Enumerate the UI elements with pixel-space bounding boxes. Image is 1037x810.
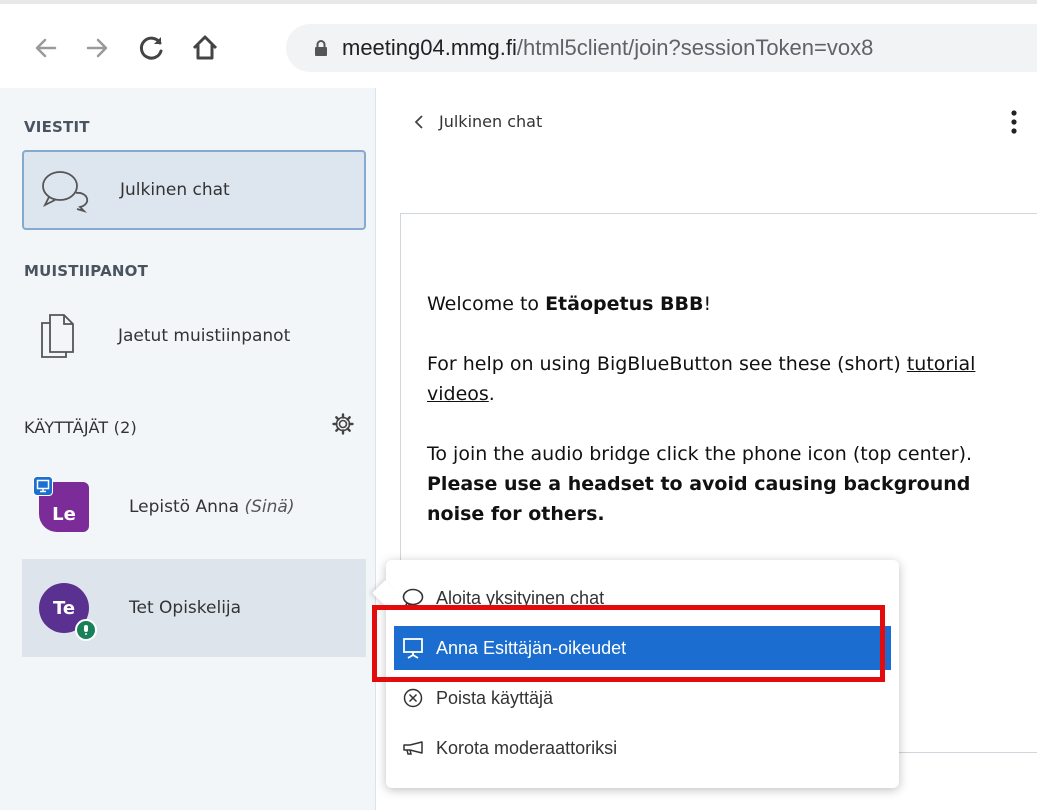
forward-button[interactable]: [77, 28, 117, 68]
menu-item-label: Aloita yksityinen chat: [436, 587, 605, 608]
chat-title: Julkinen chat: [439, 112, 543, 131]
reload-button[interactable]: [132, 28, 172, 68]
address-bar[interactable]: meeting04.mmg.fi/html5client/join?sessio…: [286, 24, 1037, 72]
public-chat-label: Julkinen chat: [120, 180, 230, 200]
chevron-left-icon[interactable]: [413, 114, 425, 130]
arrow-left-icon: [35, 38, 57, 58]
url-text: meeting04.mmg.fi/html5client/join?sessio…: [342, 35, 873, 61]
chat-header[interactable]: Julkinen chat: [413, 112, 542, 131]
user-list-item[interactable]: Te Tet Opiskelija: [22, 559, 366, 657]
presentation-icon: [402, 637, 424, 659]
microphone-icon: [75, 619, 97, 641]
menu-item-make-presenter[interactable]: Anna Esittäjän-oikeudet: [394, 626, 891, 670]
megaphone-icon: [402, 737, 424, 759]
menu-item-label: Korota moderaattoriksi: [436, 737, 618, 758]
browser-toolbar: meeting04.mmg.fi/html5client/join?sessio…: [0, 0, 1037, 88]
menu-item-promote-moderator[interactable]: Korota moderaattoriksi: [394, 726, 891, 770]
notes-section-title: MUISTIIPANOT: [24, 262, 149, 280]
help-text-part: For help on using BigBlueButton see thes…: [427, 353, 907, 375]
menu-item-label: Anna Esittäjän-oikeudet: [436, 637, 627, 658]
gear-icon[interactable]: [332, 413, 354, 435]
home-button[interactable]: [185, 28, 225, 68]
welcome-text: Welcome to Etäopetus BBB! For help on us…: [427, 289, 1027, 559]
audio-bold-text: Please use a headset to avoid causing ba…: [427, 473, 971, 525]
documents-icon: [41, 314, 74, 358]
avatar: Te: [39, 583, 97, 641]
help-line: For help on using BigBlueButton see thes…: [427, 349, 1027, 409]
avatar-initials: Le: [52, 504, 76, 525]
user-context-menu: Aloita yksityinen chat Anna Esittäjän-oi…: [386, 560, 899, 788]
messages-section-title: VIESTIT: [24, 118, 90, 136]
home-icon: [192, 35, 218, 60]
sidebar-item-shared-notes[interactable]: Jaetut muistiinpanot: [22, 303, 366, 369]
audio-line: To join the audio bridge click the phone…: [427, 439, 1027, 529]
user-name: Tet Opiskelija: [129, 598, 242, 618]
chat-bubbles-icon: [42, 171, 89, 213]
user-name: Lepistö Anna (Sinä): [129, 497, 294, 517]
more-options-icon[interactable]: [1009, 108, 1019, 138]
lock-icon: [315, 40, 327, 56]
users-section-title: KÄYTTÄJÄT (2): [24, 418, 137, 437]
welcome-line: Welcome to Etäopetus BBB!: [427, 289, 1027, 319]
arrow-right-icon: [86, 38, 108, 58]
avatar: Le: [33, 476, 89, 532]
menu-item-label: Poista käyttäjä: [436, 687, 554, 708]
you-label: (Sinä): [244, 497, 295, 517]
chat-bubble-icon: [402, 587, 424, 609]
presenter-icon: [33, 476, 53, 496]
user-name-text: Lepistö Anna: [129, 497, 240, 517]
audio-text-part: To join the audio bridge click the phone…: [427, 443, 973, 465]
back-button[interactable]: [26, 28, 66, 68]
welcome-bold-text: Etäopetus BBB: [545, 293, 704, 315]
close-circle-icon: [402, 687, 424, 709]
menu-item-private-chat[interactable]: Aloita yksityinen chat: [394, 576, 891, 620]
sidebar-item-public-chat[interactable]: Julkinen chat: [22, 150, 366, 230]
welcome-text-part: Welcome to: [427, 293, 546, 315]
url-host: meeting04.mmg.fi: [342, 35, 517, 60]
shared-notes-label: Jaetut muistiinpanot: [118, 326, 291, 346]
user-list-item[interactable]: Le Lepistö Anna (Sinä): [22, 458, 366, 556]
welcome-text-part: !: [703, 293, 712, 315]
url-path: /html5client/join?sessionToken=vox8: [516, 35, 874, 60]
reload-icon: [139, 36, 163, 60]
sidebar: VIESTIT Julkinen chat MUISTIIPANOT Jaetu…: [0, 88, 376, 810]
avatar-initials: Te: [52, 597, 76, 619]
help-text-part: .: [488, 383, 495, 405]
menu-item-remove-user[interactable]: Poista käyttäjä: [394, 676, 891, 720]
